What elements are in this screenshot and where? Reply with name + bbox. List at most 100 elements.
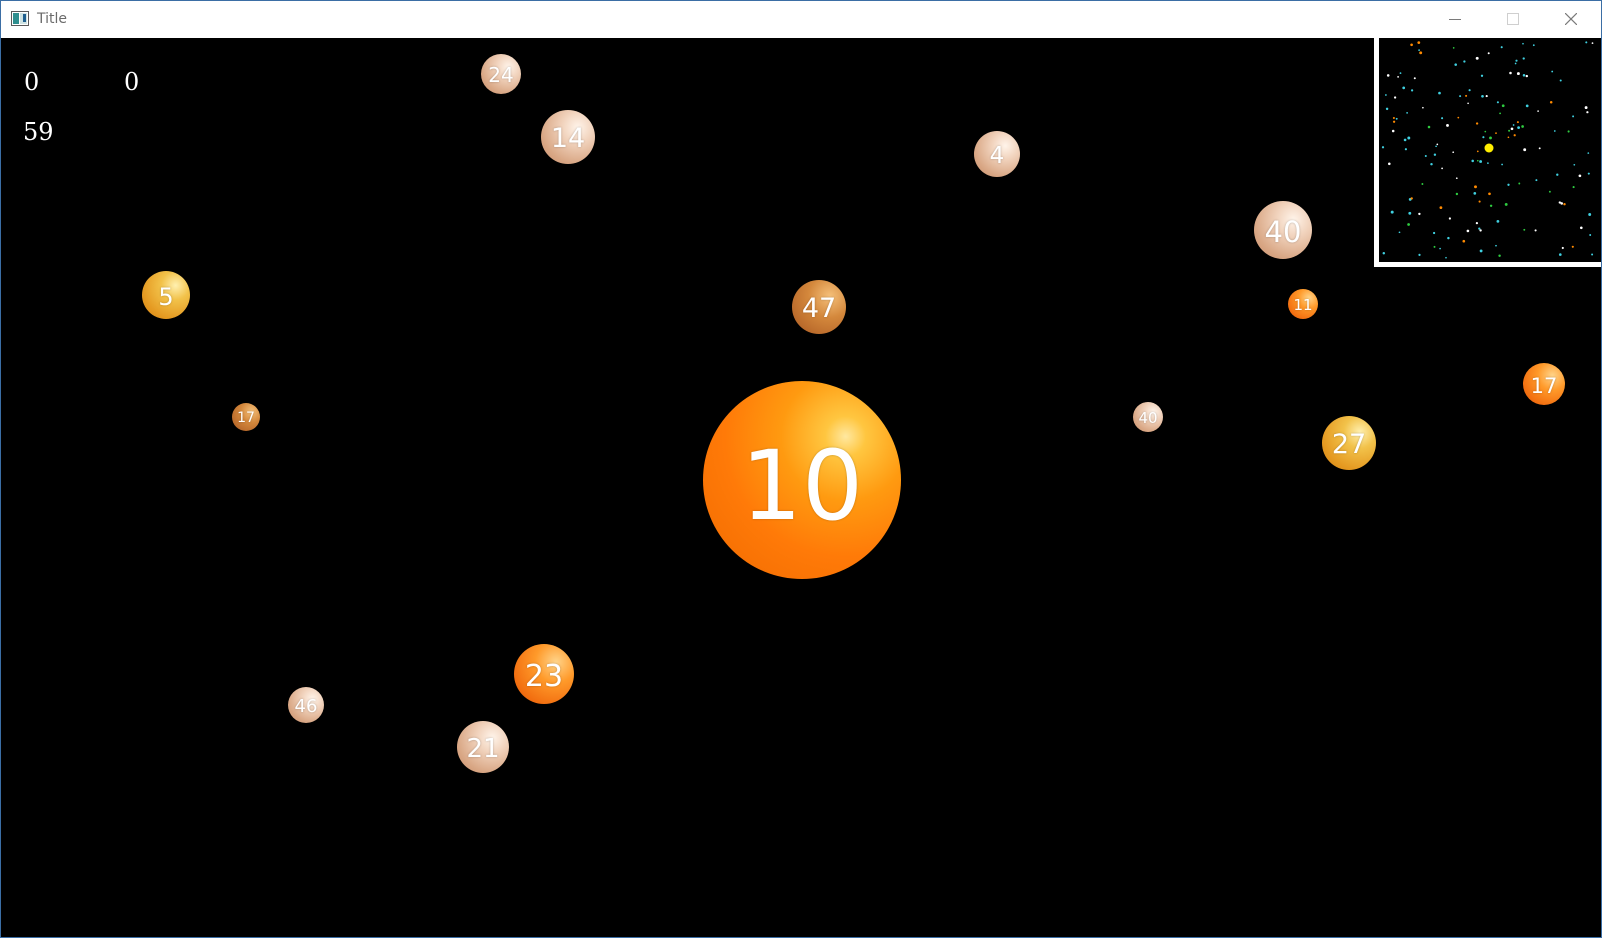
minimap-dot — [1534, 229, 1537, 232]
minimap-dot — [1465, 94, 1468, 97]
minimap-dot — [1473, 192, 1477, 195]
minimap-dot — [1504, 202, 1508, 206]
food-orb: 40 — [1254, 201, 1312, 259]
minimap-dot — [1417, 41, 1421, 44]
minimap-dot — [1572, 186, 1575, 189]
minimap-dot — [1495, 132, 1497, 134]
minimap-dot — [1478, 227, 1481, 230]
maximize-button[interactable] — [1484, 1, 1542, 38]
game-canvas[interactable]: 0 0 59 24 14 4 40 5 47 11 17 17 40 27 23 46 21 10 — [1, 38, 1601, 937]
minimap-dot — [1522, 42, 1524, 45]
minimap-dot — [1475, 56, 1479, 60]
minimap — [1374, 38, 1601, 267]
minimap-dot — [1481, 94, 1484, 98]
minimap-dot — [1403, 138, 1407, 142]
minimap-dot — [1485, 95, 1488, 98]
minimap-dot — [1385, 94, 1387, 96]
minimap-dot — [1395, 117, 1398, 120]
minimap-dot — [1498, 254, 1501, 258]
minimap-dot — [1468, 89, 1471, 92]
food-orb: 17 — [1523, 363, 1565, 405]
minimap-dot — [1578, 174, 1582, 178]
minimap-dot — [1495, 244, 1497, 247]
minimap-dot — [1392, 120, 1396, 123]
food-orb: 11 — [1288, 289, 1318, 319]
player-orb-label: 10 — [740, 430, 864, 542]
minimap-dot — [1467, 102, 1469, 105]
minimap-dot — [1408, 211, 1412, 215]
minimap-dot — [1501, 104, 1505, 108]
minimap-dot — [1476, 150, 1479, 153]
minimap-dot — [1560, 202, 1563, 205]
minimap-dot — [1391, 129, 1395, 133]
minimap-dot — [1489, 136, 1492, 140]
minimap-dot — [1410, 43, 1413, 47]
minimap-dot — [1407, 223, 1410, 226]
minimap-dot — [1452, 151, 1455, 154]
minimap-dot — [1421, 183, 1424, 185]
minimap-dot — [1488, 192, 1491, 196]
food-orb-label: 14 — [550, 123, 586, 154]
minimap-dot — [1439, 247, 1441, 250]
minimap-dot — [1471, 159, 1474, 163]
food-orb: 47 — [792, 280, 846, 334]
minimize-button[interactable] — [1426, 1, 1484, 38]
minimap-dot — [1535, 179, 1538, 182]
minimap-dot — [1537, 110, 1539, 112]
minimap-dot — [1398, 231, 1401, 234]
close-icon — [1564, 10, 1578, 29]
minimap-dot — [1433, 245, 1436, 248]
close-button[interactable] — [1542, 1, 1600, 38]
hud-counter-left: 0 — [24, 68, 40, 96]
food-orb-label: 40 — [1138, 409, 1158, 427]
food-orb: 40 — [1133, 402, 1163, 432]
minimap-dot — [1513, 134, 1516, 137]
minimap-dot — [1441, 167, 1443, 170]
minimap-dot — [1474, 185, 1477, 189]
minimap-dot — [1496, 220, 1500, 223]
food-orb-label: 5 — [158, 282, 174, 311]
minimap-dot — [1397, 76, 1399, 78]
minimap-dot — [1462, 239, 1466, 243]
minimap-dot — [1512, 124, 1515, 126]
minimap-dot — [1525, 104, 1529, 108]
minimap-dot — [1516, 121, 1519, 124]
minimap-dot — [1438, 91, 1441, 95]
minimap-dot — [1522, 74, 1526, 77]
minimap-dot — [1587, 172, 1590, 175]
minimap-dot — [1441, 117, 1444, 120]
minimap-dot — [1435, 145, 1437, 148]
minimap-dot — [1591, 42, 1594, 44]
minimap-dot — [1466, 229, 1470, 233]
maximize-icon — [1507, 10, 1519, 29]
minimap-dot — [1413, 77, 1416, 80]
minimap-dot — [1525, 74, 1528, 78]
minimap-dot — [1448, 217, 1452, 220]
minimap-dot — [1522, 57, 1525, 60]
minimap-dot — [1480, 74, 1484, 77]
minimap-dot — [1521, 125, 1524, 128]
minimap-dot — [1523, 148, 1527, 152]
minimap-dot — [1404, 148, 1407, 151]
minimap-dot — [1418, 253, 1421, 257]
minimap-dot — [1559, 79, 1562, 82]
minimap-dot — [1478, 200, 1481, 203]
food-orb-label: 40 — [1264, 214, 1302, 249]
minimap-dot — [1558, 253, 1562, 256]
minimap-dot — [1402, 86, 1406, 90]
minimap-dot — [1587, 152, 1590, 154]
minimap-dot — [1507, 183, 1510, 186]
minimap-dot — [1439, 206, 1443, 210]
minimap-dot — [1436, 143, 1439, 146]
minimap-player-marker — [1484, 143, 1494, 153]
minimap-dot — [1430, 162, 1433, 166]
minimap-dot — [1446, 123, 1449, 127]
title-bar[interactable]: Title — [1, 1, 1601, 38]
minimap-dot — [1517, 126, 1520, 129]
minimap-dot — [1454, 63, 1457, 66]
minimap-dot — [1585, 41, 1588, 44]
food-orb-label: 11 — [1293, 296, 1313, 314]
minimap-dot — [1516, 72, 1520, 76]
food-orb: 24 — [481, 54, 521, 94]
minimap-dot — [1419, 51, 1423, 55]
